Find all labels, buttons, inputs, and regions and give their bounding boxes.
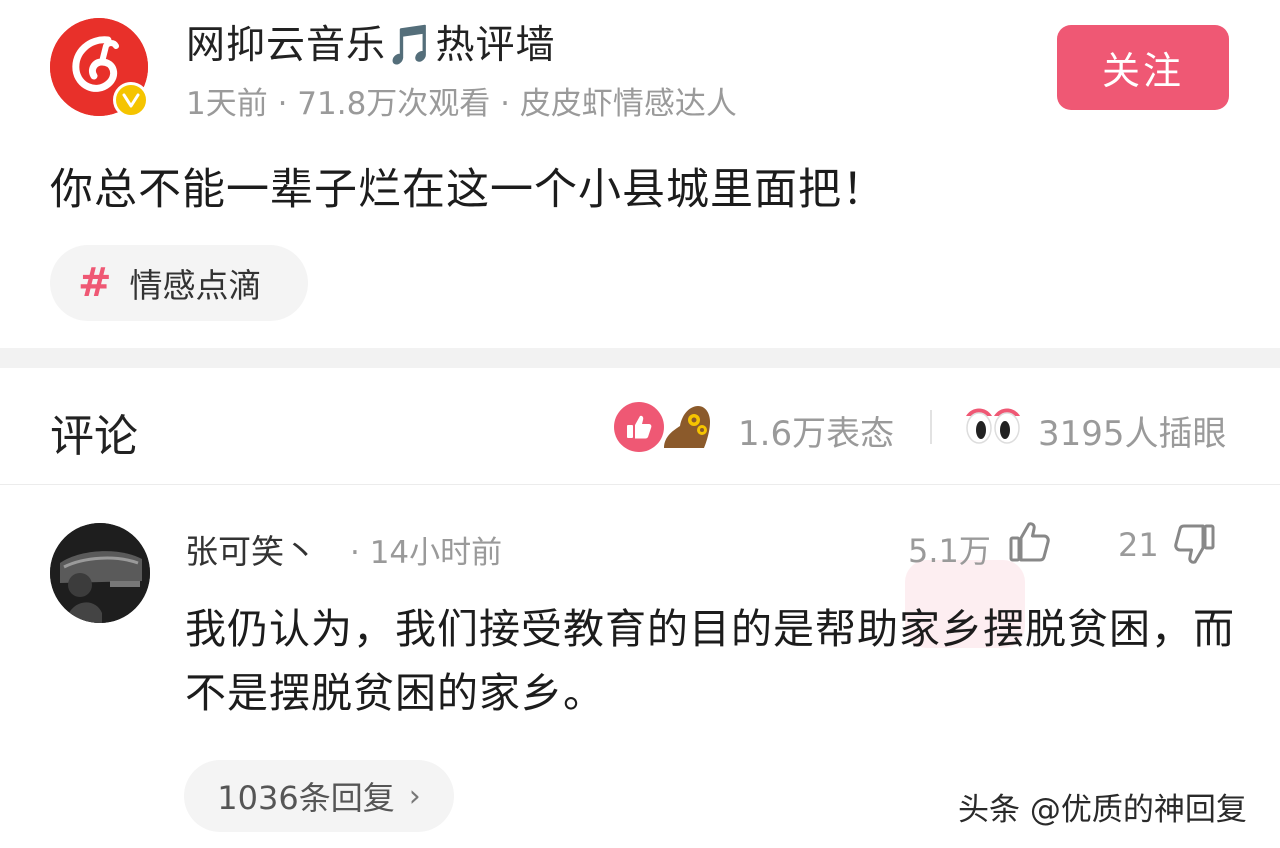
follow-button[interactable]: 关注 <box>1057 25 1229 110</box>
thumbs-down-icon[interactable] <box>1170 520 1218 568</box>
verified-badge-icon <box>113 82 149 118</box>
topic-tag[interactable]: # 情感点滴 <box>50 245 308 321</box>
divider-line <box>0 484 1280 485</box>
like-count: 5.1万 <box>908 532 991 570</box>
post-content: 你总不能一辈子烂在这一个小县城里面把！ <box>50 165 886 215</box>
header-separator <box>930 410 932 444</box>
eyes-icon[interactable] <box>964 404 1022 448</box>
comment-text: 我仍认为，我们接受教育的目的是帮助家乡摆脱贫困，而不是摆脱贫困的家乡。 <box>185 605 1235 717</box>
post-card: 网抑云音乐🎵热评墙 1天前 · 71.8万次观看 · 皮皮虾情感达人 关注 你总… <box>0 0 1280 348</box>
thumbs-up-reaction-icon[interactable] <box>614 402 664 452</box>
thumbs-up-icon[interactable] <box>1006 518 1054 566</box>
comment-time: · 14小时前 <box>350 535 503 571</box>
comments-title: 评论 <box>50 411 138 462</box>
reactions-count[interactable]: 1.6万表态 <box>738 406 894 455</box>
dislike-count: 21 <box>1118 526 1159 564</box>
account-name[interactable]: 网抑云音乐🎵热评墙 <box>186 14 556 70</box>
poop-reaction-icon[interactable] <box>660 400 714 452</box>
post-meta: 1天前 · 71.8万次观看 · 皮皮虾情感达人 <box>186 86 737 122</box>
chevron-right-icon: › <box>408 778 421 814</box>
topic-tag-label: 情感点滴 <box>129 266 262 305</box>
watchers-count[interactable]: 3195人插眼 <box>1038 406 1227 455</box>
commenter-avatar[interactable] <box>50 523 150 623</box>
replies-count-label: 1036条回复 <box>217 779 395 817</box>
hashtag-icon: # <box>78 260 112 306</box>
view-replies-button[interactable]: 1036条回复 › <box>184 760 454 832</box>
watermark-text: 头条 @优质的神回复 <box>958 792 1247 828</box>
commenter-name[interactable]: 张可笑丶 <box>185 525 317 573</box>
section-divider <box>0 348 1280 368</box>
